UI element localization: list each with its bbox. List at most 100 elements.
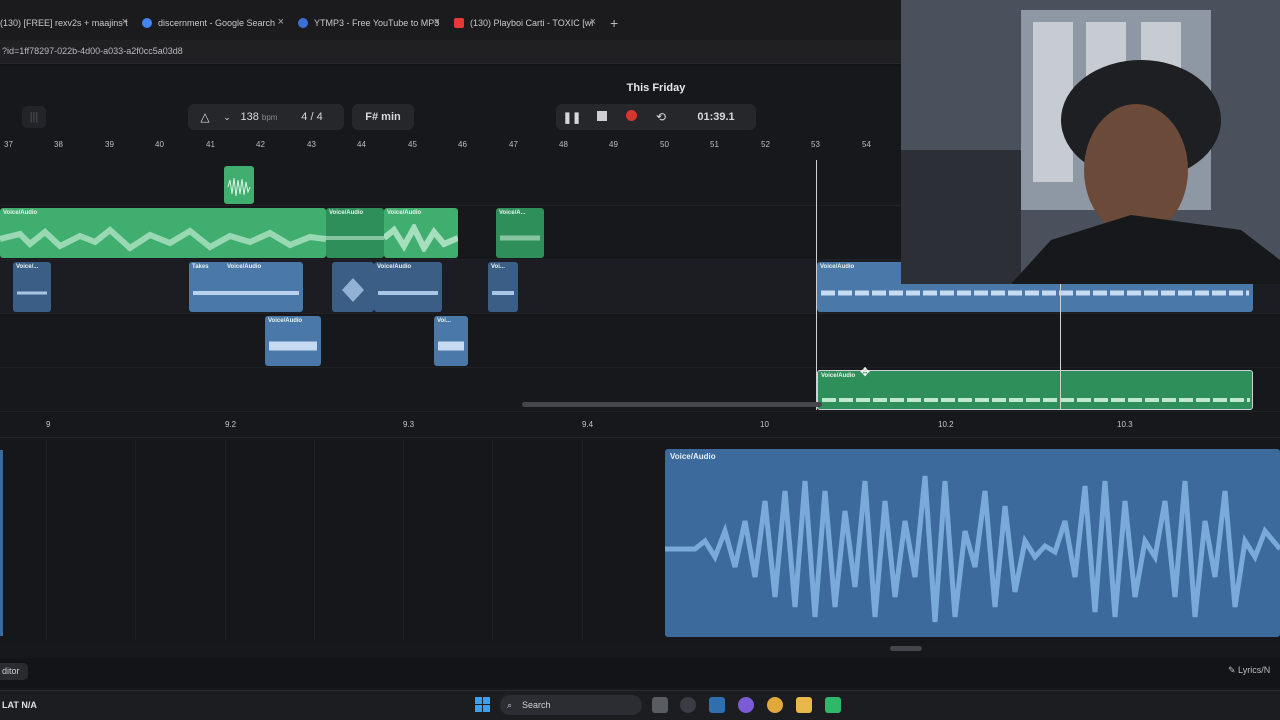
bar-number: 45 <box>408 140 417 149</box>
close-icon[interactable]: × <box>122 16 128 28</box>
transport-group: ❚❚ ⟲ 01:39.1 <box>556 104 756 130</box>
waveform <box>378 291 438 295</box>
audio-clip[interactable]: Voice/A... <box>496 208 544 258</box>
editor-tab[interactable]: ditor <box>0 663 28 680</box>
clip-label: Voice/Audio <box>268 318 303 324</box>
stop-icon <box>597 110 607 121</box>
task-view-icon[interactable] <box>652 697 668 713</box>
audio-clip[interactable] <box>224 166 254 204</box>
grid-line <box>135 440 136 640</box>
key-selector[interactable]: F# min <box>352 104 414 130</box>
pause-icon[interactable]: ❚❚ <box>556 111 588 124</box>
audio-clip[interactable]: Voice/Audio <box>384 208 458 258</box>
tab-title: YTMP3 - Free YouTube to MP3 <box>314 18 440 28</box>
waveform <box>269 341 317 351</box>
panel-footer <box>0 658 1280 688</box>
mixer-icon[interactable]: ||| <box>22 106 46 128</box>
record-button[interactable] <box>616 110 646 124</box>
clip-label: Voice/Audio <box>377 264 412 270</box>
app-icon[interactable] <box>709 697 725 713</box>
search-icon: ⌕ <box>507 700 513 710</box>
selected-audio-clip[interactable]: Voice/Audio <box>817 370 1253 410</box>
bar-number: 38 <box>54 140 63 149</box>
playhead[interactable] <box>816 160 817 410</box>
grid-line <box>225 440 226 640</box>
stop-button[interactable] <box>588 110 616 124</box>
record-icon <box>625 110 637 121</box>
close-icon[interactable]: × <box>434 16 440 28</box>
horizontal-scrollbar[interactable] <box>522 402 822 407</box>
grid-line <box>314 440 315 640</box>
bar-number: 40 <box>155 140 164 149</box>
audio-clip[interactable] <box>332 262 374 312</box>
loop-marker[interactable] <box>1060 262 1061 410</box>
time-signature[interactable]: 4 / 4 <box>286 111 338 123</box>
metronome-icon[interactable]: △ <box>188 110 222 124</box>
waveform <box>822 398 1250 402</box>
grid-line <box>46 440 47 640</box>
tab-title: discernment - Google Search <box>158 18 276 28</box>
app-icon[interactable] <box>825 697 841 713</box>
editor-ruler[interactable]: 9 9.2 9.3 9.4 10 10.2 10.3 <box>0 414 1280 438</box>
chevron-down-icon[interactable]: ⌄ <box>222 112 232 123</box>
close-icon[interactable]: × <box>278 16 284 28</box>
clip-label: Voi... <box>491 264 505 270</box>
chrome-icon[interactable] <box>767 697 783 713</box>
ruler-tick: 9.2 <box>225 420 237 429</box>
editor-scrollbar[interactable] <box>890 646 922 651</box>
move-cursor-icon: ✥ <box>860 365 871 379</box>
bar-number: 53 <box>811 140 820 149</box>
clip-label: Voice/Audio <box>820 264 855 270</box>
file-explorer-icon[interactable] <box>796 697 812 713</box>
clip-label: Voice/... <box>16 264 39 270</box>
audio-clip[interactable]: Voi... <box>488 262 518 312</box>
windows-start-icon[interactable] <box>475 697 490 712</box>
waveform <box>821 290 1249 296</box>
webcam-overlay <box>901 0 1280 284</box>
app-icon[interactable] <box>738 697 754 713</box>
clip-label: Voice/Audio <box>3 210 38 216</box>
clip-label: Voice/Audio <box>227 264 262 270</box>
clip-label: Voice/Audio <box>329 210 364 216</box>
4k-app-icon[interactable] <box>680 697 696 713</box>
loop-icon[interactable]: ⟲ <box>646 110 676 124</box>
tab-title: (130) Playboi Carti - TOXIC [wi <box>470 18 594 28</box>
bar-number: 46 <box>458 140 467 149</box>
browser-tab-4[interactable]: (130) Playboi Carti - TOXIC [wi × <box>454 10 598 36</box>
browser-tab-2[interactable]: discernment - Google Search × <box>142 10 286 36</box>
bar-number: 47 <box>509 140 518 149</box>
browser-tab-1[interactable]: (130) [FREE] rexv2s + maajins t × <box>0 10 130 36</box>
audio-clip[interactable]: Voi... <box>434 316 468 366</box>
bar-number: 49 <box>609 140 618 149</box>
waveform <box>492 291 514 295</box>
youtube-icon <box>454 18 464 28</box>
audio-clip-edge <box>0 450 3 636</box>
takes-label: Takes <box>192 264 209 270</box>
browser-tab-3[interactable]: YTMP3 - Free YouTube to MP3 × <box>298 10 442 36</box>
new-tab-button[interactable]: + <box>610 15 618 31</box>
close-icon[interactable]: × <box>590 16 596 28</box>
bar-ruler[interactable]: 37 38 39 40 41 42 43 44 45 46 47 48 49 5… <box>0 136 900 154</box>
audio-clip[interactable]: Voice/Audio <box>326 208 384 258</box>
address-text: ?id=1ff78297-022b-4d00-a033-a2f0cc5a03d8 <box>2 46 183 56</box>
editor-audio-clip[interactable]: Voice/Audio <box>665 449 1280 637</box>
tab-title: (130) [FREE] rexv2s + maajins t <box>0 18 128 28</box>
tempo-field[interactable]: 138 bpm <box>232 111 286 123</box>
audio-clip[interactable]: Voice/... <box>13 262 51 312</box>
audio-clip[interactable]: Takes Voice/Audio <box>189 262 303 312</box>
clip-label: Voice/Audio <box>670 452 716 461</box>
google-icon <box>142 18 152 28</box>
ytmp3-icon <box>298 18 308 28</box>
taskbar-search[interactable]: ⌕ Search <box>500 695 642 715</box>
screen: (130) [FREE] rexv2s + maajins t × discer… <box>0 0 1280 720</box>
waveform <box>438 341 464 351</box>
lyrics-tab[interactable]: ✎ Lyrics/N <box>1228 665 1270 676</box>
bar-number: 44 <box>357 140 366 149</box>
ruler-tick: 9 <box>46 420 51 429</box>
grid-line <box>403 440 404 640</box>
grid-line <box>492 440 493 640</box>
audio-clip[interactable]: Voice/Audio <box>265 316 321 366</box>
audio-clip[interactable]: Voice/Audio <box>374 262 442 312</box>
bar-number: 48 <box>559 140 568 149</box>
audio-clip[interactable]: Voice/Audio <box>0 208 326 258</box>
